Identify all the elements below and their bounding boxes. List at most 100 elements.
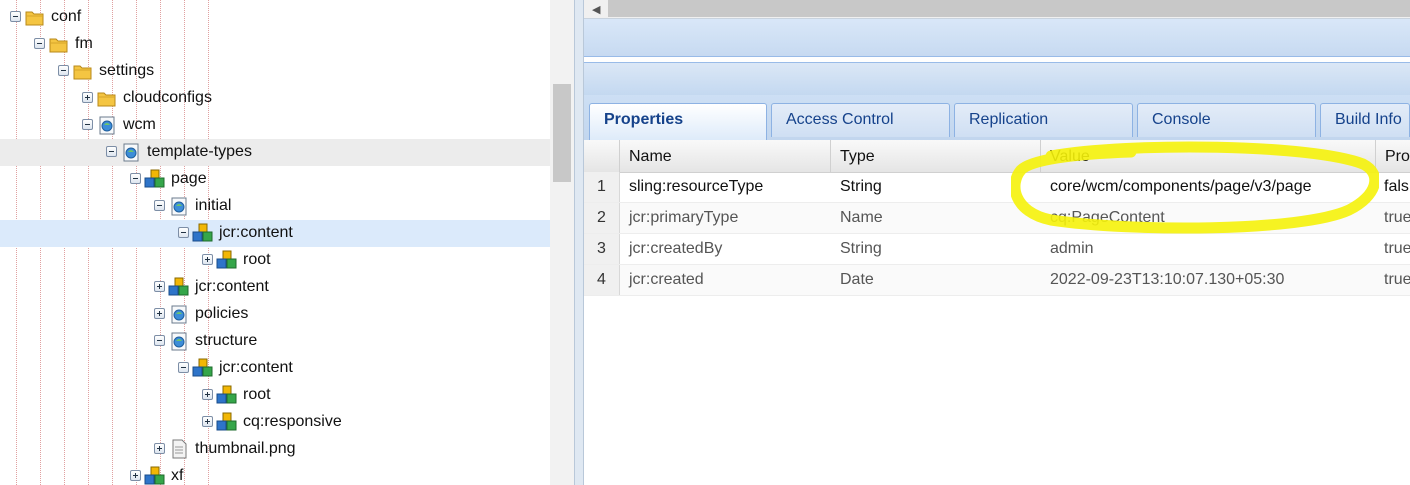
tab-console[interactable]: Console <box>1137 103 1316 137</box>
column-header-value[interactable]: Value <box>1040 140 1375 172</box>
component-node-icon <box>192 358 214 378</box>
tab-replication[interactable]: Replication <box>954 103 1133 137</box>
tree-node-label[interactable]: conf <box>51 8 81 26</box>
folder-icon <box>48 34 70 54</box>
tree-node-label[interactable]: xf <box>171 467 183 485</box>
tab-label: Console <box>1152 111 1211 128</box>
cell-value[interactable]: cq:PageContent <box>1050 209 1165 227</box>
tree-node-label[interactable]: fm <box>75 35 93 53</box>
tree-node[interactable]: jcr:content <box>0 355 550 382</box>
component-node-icon <box>216 412 238 432</box>
tab-access-control[interactable]: Access Control <box>771 103 950 137</box>
cell-protected: true <box>1384 271 1410 288</box>
column-header-protected[interactable]: Pro <box>1375 140 1410 172</box>
cell-value[interactable]: core/wcm/components/page/v3/page <box>1050 178 1311 196</box>
tree-node[interactable]: policies <box>0 301 550 328</box>
tab-properties[interactable]: Properties <box>589 103 767 140</box>
horizontal-scrollbar[interactable]: ◀ <box>584 0 1410 19</box>
tree-node[interactable]: thumbnail.png <box>0 436 550 463</box>
column-header-name[interactable]: Name <box>619 140 830 172</box>
scroll-left-arrow-icon[interactable]: ◀ <box>592 3 600 16</box>
column-header-type[interactable]: Type <box>830 140 1040 172</box>
panel-header <box>584 62 1410 96</box>
tree-scroll-thumb[interactable] <box>553 84 571 182</box>
collapse-icon[interactable] <box>178 362 189 373</box>
expand-icon[interactable] <box>154 443 165 454</box>
collapse-icon[interactable] <box>106 146 117 157</box>
tree-node[interactable]: template-types <box>0 139 550 166</box>
panel-splitter[interactable] <box>574 0 584 485</box>
collapse-icon[interactable] <box>154 335 165 346</box>
collapse-icon[interactable] <box>58 65 69 76</box>
tree-node[interactable]: root <box>0 382 550 409</box>
component-node-icon <box>168 277 190 297</box>
page-node-icon <box>168 331 190 351</box>
table-row[interactable]: 1 sling:resourceType String core/wcm/com… <box>584 172 1410 203</box>
table-row[interactable]: 2 jcr:primaryType Name cq:PageContent tr… <box>584 203 1410 234</box>
expand-icon[interactable] <box>154 281 165 292</box>
tree-node-label[interactable]: root <box>243 251 271 269</box>
collapse-icon[interactable] <box>10 11 21 22</box>
folder-icon <box>24 7 46 27</box>
folder-icon <box>96 88 118 108</box>
expand-icon[interactable] <box>82 92 93 103</box>
cell-type: String <box>840 240 882 257</box>
tab-label: Access Control <box>786 111 894 128</box>
page-node-icon <box>168 196 190 216</box>
tree-node-label[interactable]: policies <box>195 305 248 323</box>
component-node-icon <box>216 250 238 270</box>
tree-node[interactable]: initial <box>0 193 550 220</box>
tree-node-label[interactable]: settings <box>99 62 154 80</box>
tree-node[interactable]: page <box>0 166 550 193</box>
cell-value[interactable]: 2022-09-23T13:10:07.130+05:30 <box>1050 271 1284 289</box>
tree-node[interactable]: conf <box>0 4 550 31</box>
row-number-header <box>584 140 619 172</box>
component-node-icon <box>216 385 238 405</box>
properties-panel: ◀ Properties Access Control Replication … <box>584 0 1410 485</box>
tree-node[interactable]: structure <box>0 328 550 355</box>
expand-icon[interactable] <box>154 308 165 319</box>
tree-node-label[interactable]: cq:responsive <box>243 413 342 431</box>
cell-type: Name <box>840 209 883 226</box>
tree-node[interactable]: cq:responsive <box>0 409 550 436</box>
tree-node-label[interactable]: template-types <box>147 143 252 161</box>
tree-node[interactable]: fm <box>0 31 550 58</box>
collapse-icon[interactable] <box>154 200 165 211</box>
collapse-icon[interactable] <box>82 119 93 130</box>
tree-node-label[interactable]: structure <box>195 332 257 350</box>
tree-node[interactable]: jcr:content <box>0 220 550 247</box>
tree-node-label[interactable]: jcr:content <box>219 359 293 377</box>
horizontal-scroll-thumb[interactable] <box>608 0 1410 17</box>
tree-node-label[interactable]: page <box>171 170 207 188</box>
tree-node-label[interactable]: thumbnail.png <box>195 440 296 458</box>
cell-value[interactable]: admin <box>1050 240 1094 258</box>
tree-node[interactable]: cloudconfigs <box>0 85 550 112</box>
repository-tree: conf fm settings cloudconfigs wcm template-ty… <box>0 0 550 485</box>
tree-node[interactable]: settings <box>0 58 550 85</box>
tree-node-label[interactable]: jcr:content <box>195 278 269 296</box>
cell-name: jcr:created <box>629 271 704 288</box>
column-header-label: Pro <box>1385 148 1410 165</box>
cell-type: String <box>840 178 882 195</box>
tree-node[interactable]: xf <box>0 463 550 485</box>
table-row[interactable]: 4 jcr:created Date 2022-09-23T13:10:07.1… <box>584 265 1410 296</box>
expand-icon[interactable] <box>202 254 213 265</box>
collapse-icon[interactable] <box>34 38 45 49</box>
tree-node-label[interactable]: wcm <box>123 116 156 134</box>
tree-vertical-scrollbar[interactable] <box>550 0 574 485</box>
file-icon <box>168 439 190 459</box>
collapse-icon[interactable] <box>178 227 189 238</box>
expand-icon[interactable] <box>130 470 141 481</box>
table-row[interactable]: 3 jcr:createdBy String admin true <box>584 234 1410 265</box>
tree-node-label[interactable]: jcr:content <box>219 224 293 242</box>
collapse-icon[interactable] <box>130 173 141 184</box>
tree-node-label[interactable]: cloudconfigs <box>123 89 212 107</box>
tab-build-info[interactable]: Build Info <box>1320 103 1410 137</box>
expand-icon[interactable] <box>202 389 213 400</box>
tree-node[interactable]: root <box>0 247 550 274</box>
tree-node-label[interactable]: root <box>243 386 271 404</box>
tree-node-label[interactable]: initial <box>195 197 231 215</box>
tree-node[interactable]: jcr:content <box>0 274 550 301</box>
expand-icon[interactable] <box>202 416 213 427</box>
tree-node[interactable]: wcm <box>0 112 550 139</box>
